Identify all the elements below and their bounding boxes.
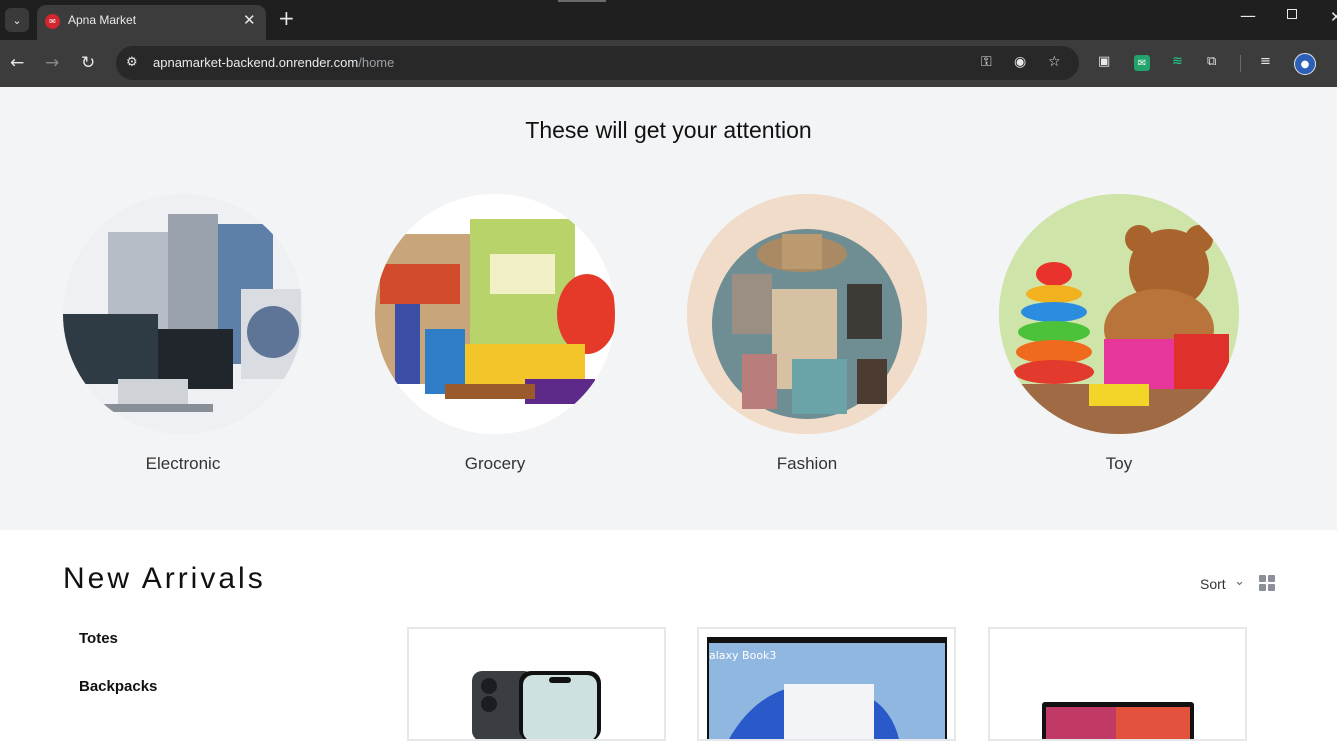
laptop-screen-text: alaxy Book3 <box>709 649 776 662</box>
category-grocery[interactable]: Grocery <box>375 194 615 474</box>
extension-window-icon[interactable]: ▣ <box>1098 54 1110 69</box>
new-arrivals-title: New Arrivals <box>63 562 266 595</box>
product-image-smartphone[interactable] <box>409 629 664 739</box>
drag-handle <box>558 0 606 2</box>
tab-close-icon[interactable]: ✕ <box>243 11 256 29</box>
profile-avatar[interactable]: ● <box>1294 53 1316 75</box>
product-image-laptop[interactable]: alaxy Book3 <box>699 629 954 739</box>
address-bar[interactable]: ⚙ apnamarket-backend.onrender.com/home ⚿… <box>116 46 1079 80</box>
category-image-toy[interactable] <box>999 194 1239 434</box>
category-label: Grocery <box>464 454 526 473</box>
product-image-tablet[interactable] <box>990 629 1245 739</box>
browser-toolbar: ← → ↻ ⚙ apnamarket-backend.onrender.com/… <box>0 40 1337 87</box>
featured-heading: These will get your attention <box>525 117 812 143</box>
extensions-puzzle-icon[interactable]: ⧉ <box>1207 54 1216 69</box>
key-icon[interactable]: ⚿ <box>981 54 992 70</box>
featured-section: These will get your attention Electronic <box>0 87 1337 530</box>
grid-view-icon[interactable] <box>1259 575 1275 591</box>
minimize-icon[interactable]: — <box>1240 6 1256 25</box>
tab-search-icon[interactable]: ⌄ <box>5 8 29 32</box>
url-text[interactable]: apnamarket-backend.onrender.com/home <box>153 55 394 70</box>
forward-icon[interactable]: → <box>45 53 59 73</box>
tab-strip: ⌄ ✉ Apna Market ✕ + — ✕ <box>0 0 1337 40</box>
restore-icon[interactable] <box>1287 9 1297 19</box>
category-image-grocery[interactable] <box>375 194 615 434</box>
new-tab-icon[interactable]: + <box>278 6 295 30</box>
site-info-icon[interactable]: ⚙ <box>126 55 138 70</box>
category-label: Fashion <box>776 454 838 473</box>
tab-title: Apna Market <box>68 13 137 27</box>
eye-off-icon[interactable]: ◉ <box>1014 54 1026 70</box>
filter-item-totes[interactable]: Totes <box>79 630 118 647</box>
media-control-icon[interactable]: ≡ <box>1260 54 1271 69</box>
filter-item-backpacks[interactable]: Backpacks <box>79 678 157 695</box>
category-toy[interactable]: Toy <box>999 194 1239 474</box>
category-label: Electronic <box>145 454 221 473</box>
category-electronic[interactable]: Electronic <box>63 194 303 474</box>
reload-icon[interactable]: ↻ <box>81 53 95 73</box>
category-fashion[interactable]: Fashion <box>687 194 927 474</box>
chevron-down-icon[interactable]: ⌄ <box>1234 574 1245 589</box>
bookmark-star-icon[interactable]: ☆ <box>1048 54 1061 70</box>
toolbar-divider <box>1240 55 1241 72</box>
favicon-icon: ✉ <box>45 14 60 29</box>
close-window-icon[interactable]: ✕ <box>1330 8 1337 26</box>
sort-button[interactable]: Sort <box>1200 576 1226 592</box>
extension-green-icon[interactable]: ✉ <box>1134 55 1150 71</box>
category-label: Toy <box>1105 454 1133 473</box>
back-icon[interactable]: ← <box>10 53 24 73</box>
category-image-fashion[interactable] <box>687 194 927 434</box>
tab-apna-market[interactable]: ✉ Apna Market ✕ <box>37 5 266 40</box>
extension-wave-icon[interactable]: ≋ <box>1172 54 1183 69</box>
category-image-electronic[interactable] <box>63 194 303 434</box>
